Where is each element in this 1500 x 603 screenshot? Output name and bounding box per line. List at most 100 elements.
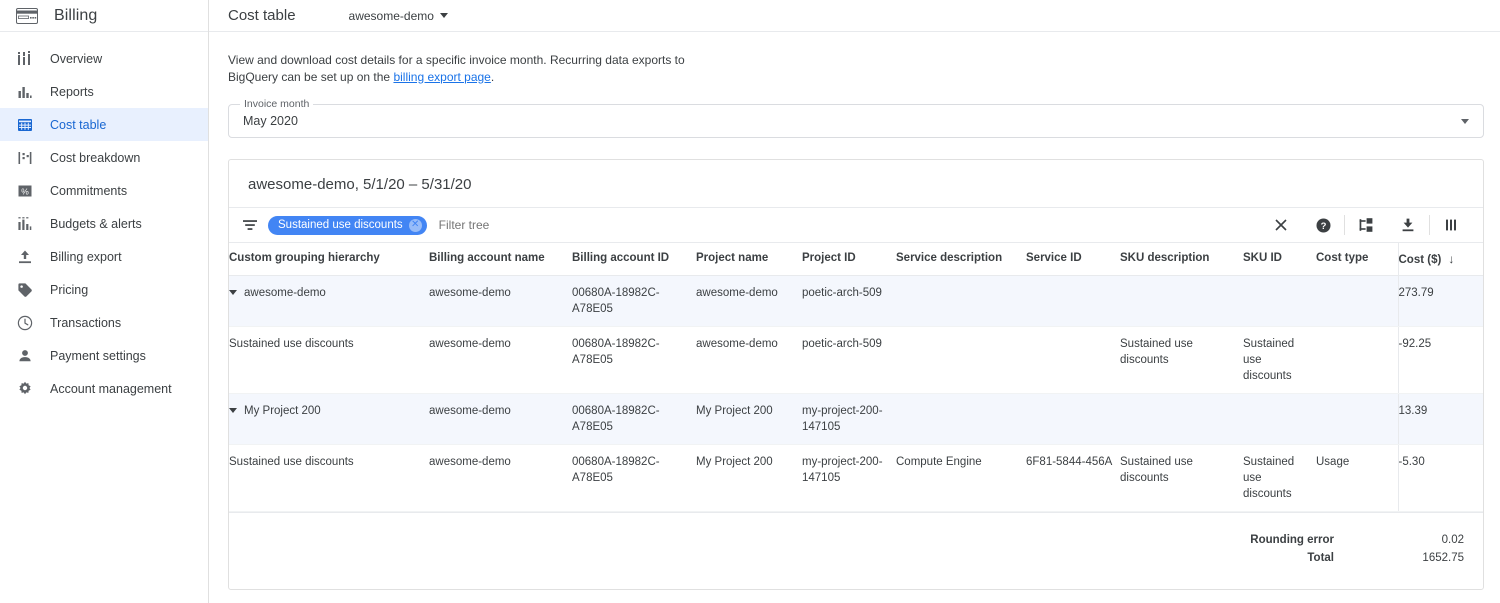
cost-table: Custom grouping hierarchy Billing accoun… xyxy=(229,243,1483,512)
table-row[interactable]: My Project 200 awesome-demo 00680A-18982… xyxy=(229,393,1483,445)
upload-icon xyxy=(16,248,34,266)
column-header-custom-grouping-hierarchy[interactable]: Custom grouping hierarchy xyxy=(229,243,429,276)
download-icon xyxy=(1402,218,1414,232)
sidebar-item-label: Pricing xyxy=(50,282,89,297)
download-button[interactable] xyxy=(1387,211,1429,239)
cell-sku-id: Sustained use discounts xyxy=(1243,326,1316,394)
sidebar-item-pricing[interactable]: Pricing xyxy=(0,273,208,306)
column-header-cost[interactable]: Cost ($) ↓ xyxy=(1397,243,1483,276)
sidebar-item-commitments[interactable]: % Commitments xyxy=(0,174,208,207)
table-body: awesome-demo awesome-demo 00680A-18982C-… xyxy=(229,275,1483,512)
cell-sku-description xyxy=(1120,275,1243,327)
cell-sku-id xyxy=(1243,275,1316,327)
cell-billing-account-id: 00680A-18982C-A78E05 xyxy=(572,393,696,445)
grid-table-icon xyxy=(16,116,34,134)
cell-service-description xyxy=(896,393,1026,445)
invoice-month-select[interactable]: Invoice month May 2020 xyxy=(228,98,1484,138)
tag-icon xyxy=(16,281,34,299)
invoice-month-value: May 2020 xyxy=(243,114,298,128)
help-button[interactable]: ? xyxy=(1302,211,1344,239)
column-header-billing-account-id[interactable]: Billing account ID xyxy=(572,243,696,276)
column-header-service-description[interactable]: Service description xyxy=(896,243,1026,276)
close-circle-icon[interactable]: ✕ xyxy=(408,218,422,232)
cell-service-description: Compute Engine xyxy=(896,444,1026,512)
column-header-service-id[interactable]: Service ID xyxy=(1026,243,1120,276)
cell-sku-id xyxy=(1243,393,1316,445)
rounding-error-row: Rounding error 0.02 xyxy=(229,531,1464,549)
card-title: awesome-demo, 5/1/20 – 5/31/20 xyxy=(248,176,472,193)
svg-text:%: % xyxy=(21,186,29,196)
sidebar-item-payment-settings[interactable]: Payment settings xyxy=(0,339,208,372)
table-head: Custom grouping hierarchy Billing accoun… xyxy=(229,243,1483,276)
cell-hierarchy[interactable]: My Project 200 xyxy=(229,393,429,445)
sidebar-item-cost-table[interactable]: Cost table xyxy=(0,108,208,141)
sidebar-item-label: Budgets & alerts xyxy=(50,216,142,231)
sidebar-item-cost-breakdown[interactable]: Cost breakdown xyxy=(0,141,208,174)
table-header-row: Custom grouping hierarchy Billing accoun… xyxy=(229,243,1483,276)
sidebar-item-reports[interactable]: Reports xyxy=(0,75,208,108)
cell-billing-account-name: awesome-demo xyxy=(429,326,572,394)
waterfall-chart-icon xyxy=(16,149,34,167)
table-toolbar: Sustained use discounts ✕ Filter tree ? xyxy=(229,207,1483,243)
filter-list-icon[interactable] xyxy=(240,215,260,235)
cell-hierarchy: Sustained use discounts xyxy=(229,326,429,394)
table-row[interactable]: Sustained use discounts awesome-demo 006… xyxy=(229,326,1483,394)
cell-service-id: 6F81-5844-456A xyxy=(1026,444,1120,512)
columns-icon xyxy=(1446,219,1456,231)
expand-tree-button[interactable] xyxy=(1345,211,1387,239)
sidebar-item-billing-export[interactable]: Billing export xyxy=(0,240,208,273)
cell-hierarchy[interactable]: awesome-demo xyxy=(229,275,429,327)
total-row: Total 1652.75 xyxy=(229,549,1464,567)
cell-project-id: poetic-arch-509 xyxy=(802,326,896,394)
sidebar-item-label: Cost table xyxy=(50,117,107,132)
filter-chip-label: Sustained use discounts xyxy=(278,219,403,231)
page-description: View and download cost details for a spe… xyxy=(228,52,698,85)
table-row[interactable]: awesome-demo awesome-demo 00680A-18982C-… xyxy=(229,275,1483,327)
project-selector-label: awesome-demo xyxy=(348,8,434,23)
columns-button[interactable] xyxy=(1430,211,1472,239)
column-header-sku-id[interactable]: SKU ID xyxy=(1243,243,1316,276)
sidebar-item-account-management[interactable]: Account management xyxy=(0,372,208,405)
table-totals: Rounding error 0.02 Total 1652.75 xyxy=(229,512,1483,589)
rounding-error-label: Rounding error xyxy=(1250,534,1334,546)
bar-chart-icon xyxy=(16,83,34,101)
project-selector[interactable]: awesome-demo xyxy=(349,9,448,23)
cell-project-id: my-project-200-147105 xyxy=(802,393,896,445)
column-header-cost-type[interactable]: Cost type xyxy=(1316,243,1398,276)
cell-hierarchy-label: My Project 200 xyxy=(244,405,321,417)
billing-app: Billing Overview Reports Cost table Cost… xyxy=(0,0,1500,603)
clock-icon xyxy=(16,314,34,332)
column-header-billing-account-name[interactable]: Billing account name xyxy=(429,243,572,276)
column-header-sku-description[interactable]: SKU description xyxy=(1120,243,1243,276)
cell-service-description xyxy=(896,275,1026,327)
total-label: Total xyxy=(1307,552,1334,564)
help-circle-icon: ? xyxy=(1316,218,1330,232)
sidebar-item-transactions[interactable]: Transactions xyxy=(0,306,208,339)
table-row[interactable]: Sustained use discounts awesome-demo 006… xyxy=(229,444,1483,512)
sidebar-item-label: Overview xyxy=(50,51,103,66)
triangle-down-icon[interactable] xyxy=(229,408,237,413)
cell-billing-account-id: 00680A-18982C-A78E05 xyxy=(572,444,696,512)
cell-project-name: awesome-demo xyxy=(696,275,802,327)
sidebar-item-label: Account management xyxy=(50,381,172,396)
clear-filters-button[interactable] xyxy=(1260,211,1302,239)
cell-cost-type xyxy=(1316,326,1398,394)
sidebar-item-label: Billing export xyxy=(50,249,122,264)
triangle-down-icon[interactable] xyxy=(229,290,237,295)
sidebar-item-budgets-alerts[interactable]: Budgets & alerts xyxy=(0,207,208,240)
filter-tree-input[interactable] xyxy=(438,218,639,232)
cell-service-id xyxy=(1026,326,1120,394)
sidebar-item-label: Payment settings xyxy=(50,348,146,363)
sidebar-nav: Overview Reports Cost table Cost breakdo… xyxy=(0,32,208,405)
total-value: 1652.75 xyxy=(1422,552,1464,564)
filter-chip-sustained-use-discounts[interactable]: Sustained use discounts ✕ xyxy=(268,215,427,235)
cell-billing-account-id: 00680A-18982C-A78E05 xyxy=(572,326,696,394)
cell-cost: -92.25 xyxy=(1397,326,1483,394)
sidebar-item-overview[interactable]: Overview xyxy=(0,42,208,75)
tree-expand-icon xyxy=(1359,218,1373,232)
billing-export-page-link[interactable]: billing export page xyxy=(393,70,490,84)
sidebar-item-label: Commitments xyxy=(50,183,128,198)
cell-project-id: my-project-200-147105 xyxy=(802,444,896,512)
column-header-project-id[interactable]: Project ID xyxy=(802,243,896,276)
column-header-project-name[interactable]: Project name xyxy=(696,243,802,276)
